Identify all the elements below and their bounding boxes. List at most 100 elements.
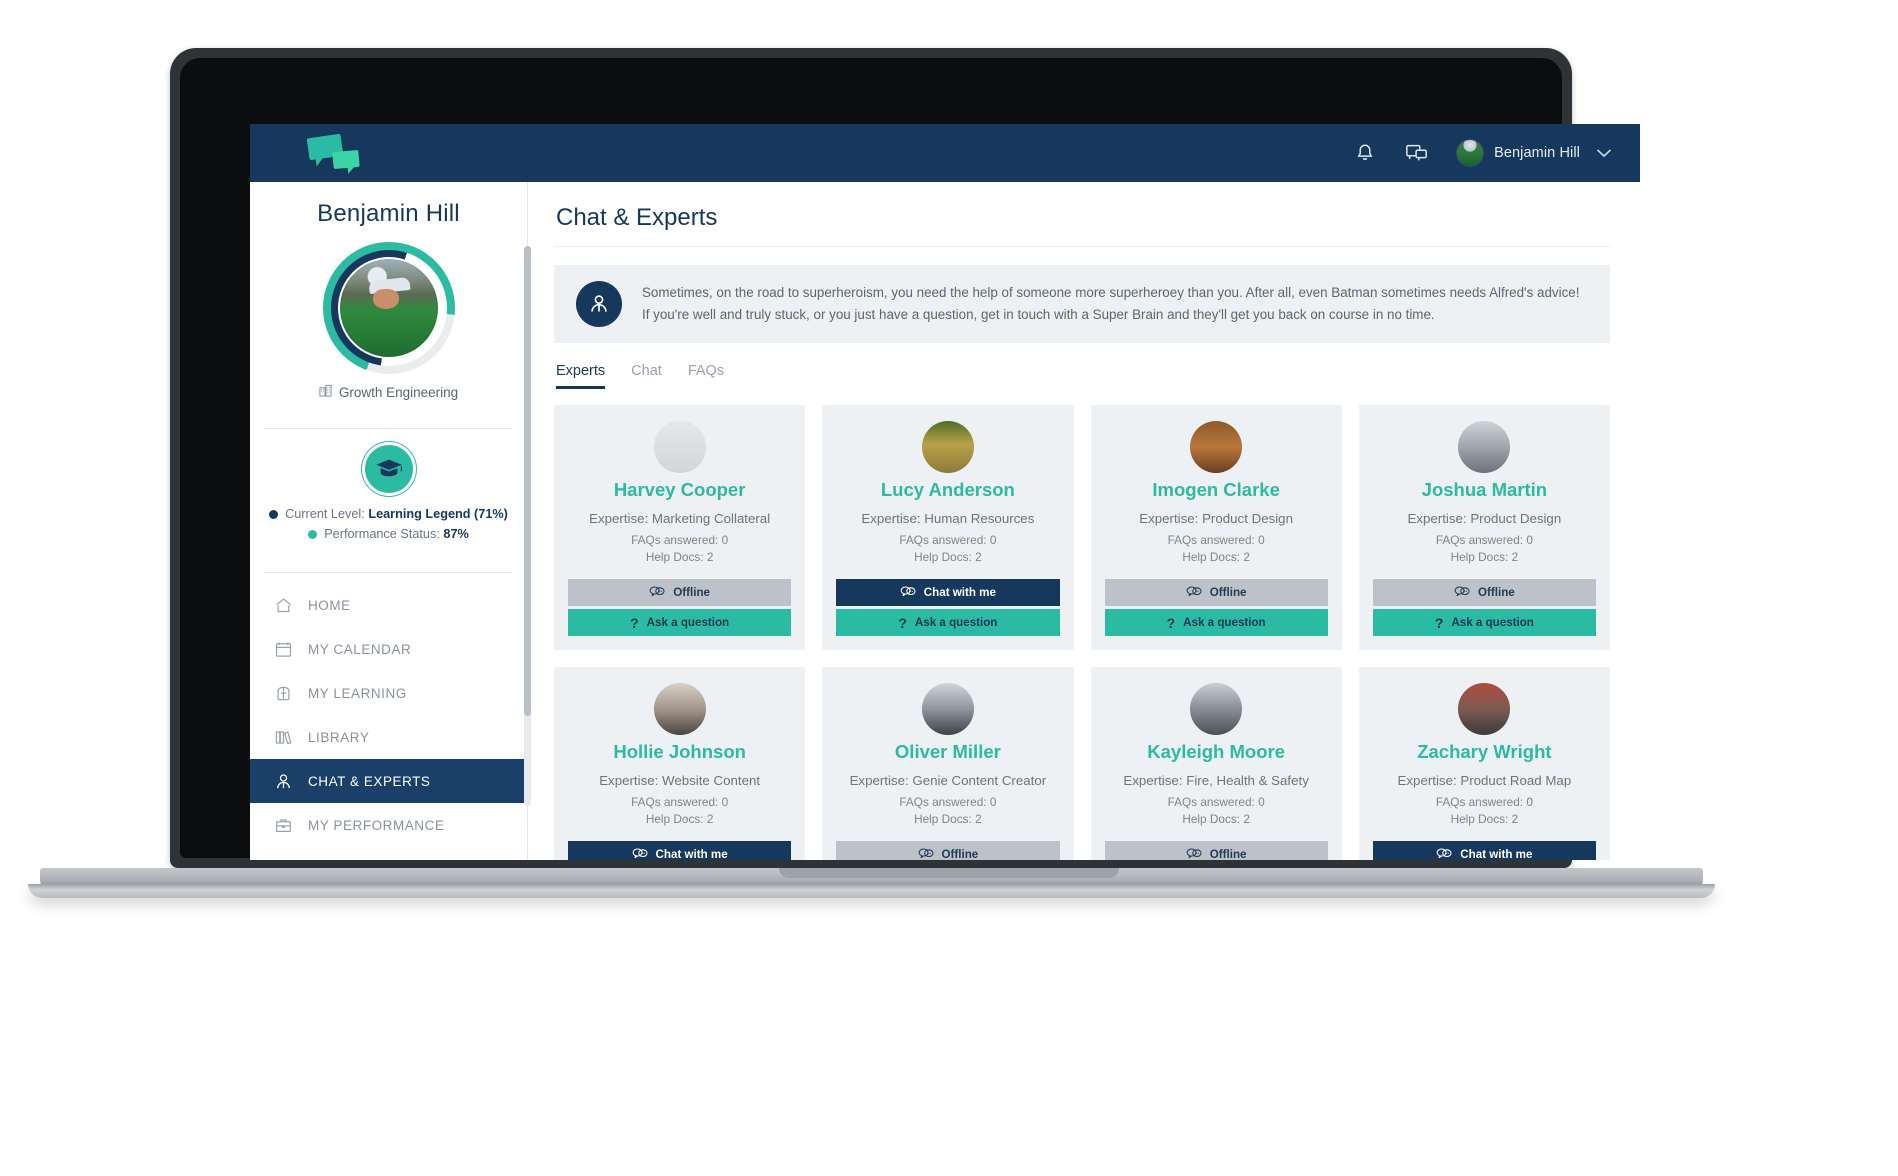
current-level-row: Current Level: Learning Legend (71%) <box>250 505 527 525</box>
bell-icon[interactable] <box>1352 140 1378 166</box>
offline-status-button[interactable]: Offline <box>1104 841 1328 860</box>
expert-actions: Chat with me? Ask a question <box>836 579 1060 637</box>
user-badge-icon <box>576 281 622 327</box>
ask-a-question-label: Ask a question <box>1183 616 1266 630</box>
performance-dot-icon <box>308 530 318 540</box>
expert-help-docs: Help Docs: 2 <box>1182 812 1250 827</box>
sidebar-profile: Benjamin Hill Growth Engineering <box>250 182 527 414</box>
expert-help-docs: Help Docs: 2 <box>645 812 714 827</box>
ask-a-question-button[interactable]: ? Ask a question <box>1104 609 1328 637</box>
sidebar-item-library[interactable]: LIBRARY <box>250 715 527 759</box>
expert-status-label: Offline <box>673 586 710 600</box>
building-icon <box>319 384 332 400</box>
ask-a-question-button[interactable]: ? Ask a question <box>568 609 792 637</box>
chat-icon[interactable] <box>1404 140 1430 166</box>
ask-a-question-button[interactable]: ? Ask a question <box>1372 609 1596 637</box>
books-icon <box>272 726 294 748</box>
brand-logo-icon[interactable] <box>306 133 370 172</box>
offline-status-button[interactable]: Offline <box>568 579 792 607</box>
ask-a-question-label: Ask a question <box>1451 616 1534 630</box>
chat-bubble-icon <box>918 847 934 860</box>
main-content: Chat & Experts Sometimes, on the road to… <box>528 182 1640 860</box>
level-dot-icon <box>269 510 279 520</box>
expert-faqs-answered: FAQs answered: 0 <box>899 795 997 810</box>
question-mark-icon: ? <box>1166 614 1176 631</box>
expert-name: Lucy Anderson <box>880 479 1015 500</box>
sidebar-item-my-calendar[interactable]: MY CALENDAR <box>250 627 527 671</box>
ask-a-question-button[interactable]: ? Ask a question <box>836 609 1060 637</box>
chat-with-me-button[interactable]: Chat with me <box>568 841 792 860</box>
sidebar-item-my-learning[interactable]: MY LEARNING <box>250 671 527 715</box>
avatar <box>1458 683 1511 736</box>
current-level-value: Learning Legend (71%) <box>368 507 508 521</box>
user-menu[interactable]: Benjamin Hill <box>1456 139 1612 167</box>
expert-card: Hollie Johnson Expertise: Website Content… <box>554 667 806 860</box>
chevron-down-icon[interactable] <box>1596 146 1612 161</box>
chat-bubble-icon <box>1186 585 1202 600</box>
tab-faqs[interactable]: FAQs <box>688 363 724 389</box>
offline-status-button[interactable]: Offline <box>836 841 1060 860</box>
app-body: Benjamin Hill Growth Engineering Current… <box>250 182 1640 860</box>
avatar <box>921 683 974 736</box>
avatar <box>1190 421 1243 473</box>
laptop-screen: Benjamin Hill Benjamin Hill Growth Engin… <box>250 124 1640 860</box>
chat-bubble-icon <box>1436 847 1452 860</box>
expert-help-docs: Help Docs: 2 <box>1182 550 1250 565</box>
sidebar-nav: HOME MY CALENDAR MY LEARNING LIBRARY CHA… <box>250 583 527 860</box>
expert-card: Oliver Miller Expertise: Genie Content Cr… <box>822 667 1074 860</box>
sidebar-item-label: LIBRARY <box>308 729 370 745</box>
sidebar-level-block: Current Level: Learning Legend (71%) Per… <box>250 429 527 558</box>
current-level-label: Current Level: <box>285 507 365 521</box>
expert-card: Joshua Martin Expertise: Product Design FA… <box>1358 405 1610 651</box>
expert-status-label: Chat with me <box>1460 848 1533 860</box>
page-title: Chat & Experts <box>554 182 1610 247</box>
info-banner: Sometimes, on the road to superheroism, … <box>554 265 1610 343</box>
expert-expertise: Expertise: Product Design <box>1139 511 1293 526</box>
chat-bubble-icon <box>1454 585 1470 600</box>
expert-status-label: Offline <box>1209 586 1247 600</box>
offline-status-button[interactable]: Offline <box>1372 579 1596 607</box>
expert-help-docs: Help Docs: 2 <box>1450 812 1519 827</box>
question-mark-icon: ? <box>1434 614 1444 631</box>
tab-chat[interactable]: Chat <box>631 363 662 389</box>
sidebar-item-my-performance[interactable]: MY PERFORMANCE <box>250 803 527 847</box>
tab-experts[interactable]: Experts <box>556 363 606 389</box>
laptop-notch <box>779 868 1119 878</box>
avatar <box>1190 683 1243 736</box>
expert-actions: Chat with me?Ask a question <box>568 841 792 860</box>
chat-bubble-icon <box>900 585 916 600</box>
backpack-icon <box>272 682 294 704</box>
offline-status-button[interactable]: Offline <box>1104 579 1328 607</box>
chat-bubble-icon <box>632 847 648 860</box>
sidebar-scrollbar[interactable] <box>524 246 531 806</box>
expert-status-label: Chat with me <box>655 848 728 860</box>
expert-faqs-answered: FAQs answered: 0 <box>631 533 729 547</box>
divider <box>264 572 513 574</box>
expert-expertise: Expertise: Fire, Health & Safety <box>1123 773 1309 789</box>
expert-help-docs: Help Docs: 2 <box>914 812 982 827</box>
chat-with-me-button[interactable]: Chat with me <box>836 579 1060 607</box>
sidebar-org-label: Growth Engineering <box>338 384 459 400</box>
sidebar-item-clubs[interactable]: CLUBS <box>250 847 527 860</box>
expert-card: Zachary Wright Expertise: Product Road Ma… <box>1358 667 1610 860</box>
chat-bubble-icon <box>1186 847 1202 860</box>
top-navigation-bar: Benjamin Hill <box>250 124 1640 182</box>
expert-expertise: Expertise: Website Content <box>599 773 761 789</box>
sidebar-scrollbar-thumb[interactable] <box>524 246 531 716</box>
sidebar-item-home[interactable]: HOME <box>250 583 527 627</box>
expert-faqs-answered: FAQs answered: 0 <box>1435 795 1533 810</box>
calendar-icon <box>272 638 294 660</box>
chat-with-me-button[interactable]: Chat with me <box>1372 841 1596 860</box>
sidebar-item-label: HOME <box>308 597 351 613</box>
sidebar-item-chat-and-experts[interactable]: CHAT & EXPERTS <box>250 759 527 804</box>
briefcase-icon <box>272 814 294 836</box>
sidebar-item-label: MY CALENDAR <box>308 641 412 657</box>
expert-card: Lucy Anderson Expertise: Human Resources F… <box>822 405 1074 651</box>
expert-expertise: Expertise: Genie Content Creator <box>849 773 1047 789</box>
expert-status-label: Chat with me <box>923 586 996 600</box>
ask-a-question-label: Ask a question <box>914 616 998 630</box>
expert-name: Joshua Martin <box>1421 479 1548 500</box>
question-mark-icon: ? <box>898 614 907 631</box>
expert-faqs-answered: FAQs answered: 0 <box>1167 533 1265 547</box>
tab-bar: Experts Chat FAQs <box>556 363 1610 389</box>
